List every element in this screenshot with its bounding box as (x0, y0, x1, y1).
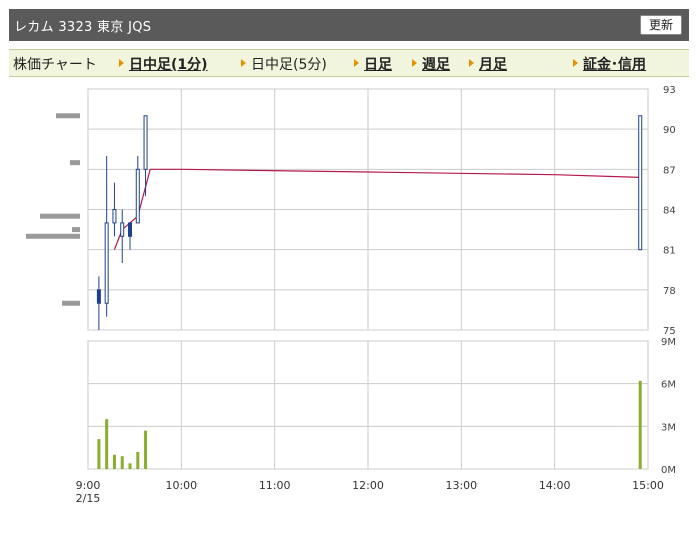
intraday-chart: 9:00 10:00 11:00 12:00 13:00 14:00 15:00 2/15 93… (26, 85, 676, 505)
volume-bar (97, 439, 101, 469)
volume-bar (120, 456, 124, 469)
volume-bar (128, 463, 132, 469)
y-tick-label: 93 (663, 85, 676, 96)
y-tick-label: 87 (663, 165, 676, 176)
x-tick-label: 12:00 (352, 479, 384, 492)
candle-body (128, 222, 132, 237)
candle-body (143, 115, 148, 170)
y-tick-label: 84 (663, 206, 676, 217)
x-date-label: 2/15 (76, 492, 101, 505)
volume-bar (638, 380, 642, 469)
volume-profile-bar (40, 213, 80, 219)
volume-y-tick-label: 0M (661, 465, 676, 476)
x-tick-label: 9:00 (76, 479, 101, 492)
candle-body (135, 168, 140, 224)
y-tick-label: 78 (663, 286, 676, 297)
volume-profile-bar (70, 160, 80, 166)
x-tick-label: 13:00 (445, 479, 477, 492)
volume-profile-bar (26, 233, 80, 239)
volume-bar (144, 430, 148, 469)
x-tick-label: 11:00 (259, 479, 291, 492)
candle-body (104, 222, 109, 304)
volume-bar (105, 419, 109, 469)
volume-y-tick-label: 6M (661, 380, 676, 391)
candle-body (120, 222, 125, 237)
volume-profile-bar (62, 300, 80, 306)
candle-body (96, 289, 101, 304)
volume-bar (136, 451, 140, 469)
x-tick-label: 14:00 (539, 479, 571, 492)
volume-y-tick-label: 3M (661, 422, 676, 433)
volume-profile-bar (72, 227, 80, 233)
y-tick-label: 90 (663, 125, 676, 136)
volume-profile-bar (56, 113, 80, 119)
candle-body (638, 115, 643, 251)
y-tick-label: 75 (663, 326, 676, 337)
x-tick-label: 15:00 (632, 479, 664, 492)
x-tick-label: 10:00 (165, 479, 197, 492)
volume-y-tick-label: 9M (661, 337, 676, 348)
volume-bar (112, 454, 116, 469)
y-tick-label: 81 (663, 246, 676, 257)
candle-body (112, 209, 117, 224)
